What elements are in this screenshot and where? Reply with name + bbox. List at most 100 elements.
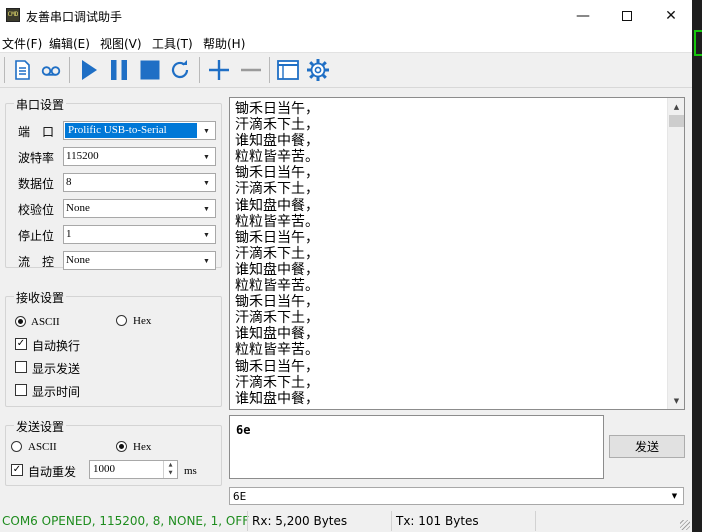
data-bits-label: 数据位 — [18, 177, 55, 191]
baud-rate-value: 115200 — [66, 150, 99, 162]
receive-ascii-radio[interactable] — [15, 316, 26, 327]
chevron-down-icon: ▼ — [203, 230, 210, 239]
send-text-value: 6e — [236, 423, 251, 437]
receive-line: 粒粒皆辛苦。 — [235, 342, 319, 359]
window-button[interactable] — [275, 57, 301, 83]
flow-control-value: None — [66, 254, 90, 266]
receive-hex-radio[interactable] — [116, 315, 127, 326]
scroll-up-icon[interactable]: ▲ — [668, 98, 684, 115]
chevron-down-icon: ▼ — [671, 492, 678, 500]
baud-rate-select[interactable]: 115200 ▼ — [63, 147, 216, 166]
resend-interval-input[interactable]: 1000 ▲ ▼ — [89, 460, 178, 479]
settings-button[interactable] — [305, 57, 331, 83]
parity-value: None — [66, 202, 90, 214]
menu-bar: 文件(F) 编辑(E) 视图(V) 工具(T) 帮助(H) — [0, 31, 692, 53]
receive-scrollbar[interactable]: ▲ ▼ — [667, 98, 684, 409]
show-send-checkbox[interactable] — [15, 361, 27, 373]
toolbar-separator — [4, 57, 5, 83]
close-button[interactable]: ✕ — [648, 0, 694, 31]
port-select[interactable]: Prolific USB-to-Serial ▼ — [63, 121, 216, 140]
stop-bits-label: 停止位 — [18, 229, 55, 243]
spin-up-icon[interactable]: ▲ — [164, 461, 177, 469]
show-time-label: 显示时间 — [32, 385, 81, 399]
receive-line: 锄禾日当午， — [235, 165, 319, 182]
scroll-down-icon[interactable]: ▼ — [668, 392, 684, 409]
send-ascii-radio[interactable] — [11, 441, 22, 452]
status-empty-cell — [535, 511, 692, 531]
auto-newline-checkbox[interactable]: ✓ — [15, 338, 27, 350]
send-button[interactable]: 发送 — [609, 435, 685, 458]
gear-icon — [307, 59, 329, 81]
add-button[interactable] — [206, 57, 232, 83]
send-hex-label: Hex — [133, 441, 152, 453]
resend-interval-value: 1000 — [93, 463, 115, 475]
status-bar: COM6 OPENED, 115200, 8, NONE, 1, OFF Rx:… — [0, 510, 692, 532]
rx-count: Rx: 5,200 Bytes — [247, 511, 388, 531]
scroll-thumb[interactable] — [669, 115, 684, 127]
pause-icon — [111, 60, 127, 80]
loop-icon — [41, 66, 61, 76]
receive-line: 谁知盘中餐， — [235, 261, 319, 278]
receive-text: 锄禾日当午， 汗滴禾下土， 谁知盘中餐， 粒粒皆辛苦。 锄禾日当午， 汗滴禾下土， 谁知盘中… — [235, 101, 665, 407]
flow-control-select[interactable]: None ▼ — [63, 251, 216, 270]
receive-line: 汗滴禾下土， — [235, 181, 319, 198]
receive-line: 粒粒皆辛苦。 — [235, 278, 319, 295]
pause-button[interactable] — [106, 57, 132, 83]
flow-control-label: 流 控 — [18, 255, 55, 269]
background-window-edge — [694, 30, 702, 56]
receive-line: 谁知盘中餐， — [235, 133, 319, 150]
auto-resend-checkbox[interactable]: ✓ — [11, 464, 23, 476]
menu-edit[interactable]: 编辑(E) — [49, 35, 90, 52]
data-bits-select[interactable]: 8 ▼ — [63, 173, 216, 192]
port-label: 端 口 — [18, 125, 55, 139]
minimize-button[interactable]: — — [560, 0, 606, 31]
chevron-down-icon: ▼ — [203, 152, 210, 161]
show-time-checkbox[interactable] — [15, 384, 27, 396]
refresh-icon — [171, 60, 189, 79]
serial-settings-group: 串口设置 端 口 Prolific USB-to-Serial ▼ 波特率 11… — [5, 96, 222, 270]
stop-button[interactable] — [137, 57, 163, 83]
app-icon: CMD — [6, 8, 20, 22]
receive-ascii-label: ASCII — [31, 316, 60, 328]
menu-help[interactable]: 帮助(H) — [203, 35, 245, 52]
receive-settings-group: 接收设置 ASCII Hex ✓ 自动换行 显示发送 显示时间 — [5, 289, 222, 407]
send-history-select[interactable]: 6E ▼ — [229, 487, 684, 505]
stop-bits-value: 1 — [66, 228, 72, 240]
maximize-icon — [622, 10, 632, 21]
remove-button[interactable] — [238, 57, 264, 83]
menu-tools[interactable]: 工具(T) — [152, 35, 193, 52]
receive-line: 谁知盘中餐， — [235, 197, 319, 214]
menu-view[interactable]: 视图(V) — [100, 35, 142, 52]
auto-newline-label: 自动换行 — [32, 339, 81, 353]
play-icon — [82, 60, 97, 80]
send-hex-radio[interactable] — [116, 441, 127, 452]
window-title: 友善串口调试助手 — [26, 10, 123, 24]
chevron-down-icon: ▼ — [203, 256, 210, 265]
receive-line: 谁知盘中餐， — [235, 326, 319, 343]
interval-unit-label: ms — [184, 465, 197, 477]
send-button-label: 发送 — [634, 440, 659, 454]
stop-bits-select[interactable]: 1 ▼ — [63, 225, 216, 244]
connection-status: COM6 OPENED, 115200, 8, NONE, 1, OFF — [2, 514, 250, 528]
spin-down-icon[interactable]: ▼ — [164, 469, 177, 477]
menu-file[interactable]: 文件(F) — [2, 35, 42, 52]
new-file-button[interactable] — [9, 57, 35, 83]
refresh-button[interactable] — [167, 57, 193, 83]
close-icon: ✕ — [665, 7, 677, 24]
window-icon — [277, 60, 299, 80]
send-ascii-label: ASCII — [28, 441, 57, 453]
tx-count: Tx: 101 Bytes — [391, 511, 533, 531]
interval-spinner: ▲ ▼ — [163, 461, 177, 478]
toolbar-separator — [269, 57, 270, 83]
loop-button[interactable] — [38, 57, 64, 83]
receive-line: 锄禾日当午， — [235, 294, 319, 311]
resize-grip[interactable] — [680, 520, 690, 530]
send-text-input[interactable]: 6e — [229, 415, 604, 479]
parity-select[interactable]: None ▼ — [63, 199, 216, 218]
play-button[interactable] — [76, 57, 102, 83]
receive-text-area[interactable]: 锄禾日当午， 汗滴禾下土， 谁知盘中餐， 粒粒皆辛苦。 锄禾日当午， 汗滴禾下土， 谁知盘中… — [229, 97, 685, 410]
chevron-down-icon: ▼ — [203, 204, 210, 213]
title-bar: CMD 友善串口调试助手 — ✕ — [0, 0, 702, 31]
maximize-button[interactable] — [604, 0, 650, 31]
parity-label: 校验位 — [18, 203, 55, 217]
